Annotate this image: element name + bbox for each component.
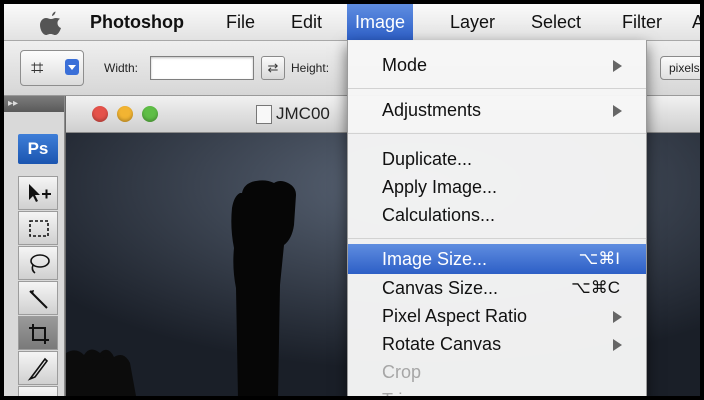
zoom-window-icon[interactable] xyxy=(142,106,158,122)
menu-item-apply-image[interactable]: Apply Image... xyxy=(348,172,646,202)
width-label: Width: xyxy=(104,61,139,75)
submenu-arrow-icon xyxy=(613,105,622,117)
menu-item-image-size[interactable]: Image Size... ⌥⌘I xyxy=(348,244,646,274)
menu-layer[interactable]: Layer xyxy=(450,4,495,40)
screenshot-frame: Photoshop File Edit Image Layer Select F… xyxy=(4,4,700,396)
menu-bar: Photoshop File Edit Image Layer Select F… xyxy=(4,4,700,41)
submenu-arrow-icon xyxy=(613,60,622,72)
swap-dimensions-icon[interactable]: ⇄ xyxy=(261,56,285,80)
menu-image[interactable]: Image xyxy=(347,4,414,40)
move-tool-icon[interactable] xyxy=(18,176,58,210)
slice-tool-icon[interactable] xyxy=(18,351,58,385)
document-icon xyxy=(256,105,272,124)
submenu-arrow-icon xyxy=(613,339,622,351)
lasso-tool-icon[interactable] xyxy=(18,246,58,280)
apple-menu-icon[interactable] xyxy=(36,10,66,36)
menu-separator xyxy=(348,133,646,134)
units-select[interactable]: pixels xyxy=(660,56,700,80)
magic-wand-tool-icon[interactable] xyxy=(18,281,58,315)
shortcut-label: ⌥⌘C xyxy=(571,278,620,297)
menu-item-crop: Crop xyxy=(382,362,422,382)
menu-item-trim: Trim xyxy=(348,385,646,396)
document-title: JMC00 xyxy=(276,104,330,123)
menu-item-adjustments[interactable]: Adjustments xyxy=(348,95,646,125)
menu-item-pixel-aspect-ratio[interactable]: Pixel Aspect Ratio xyxy=(348,301,646,331)
menu-app-name[interactable]: Photoshop xyxy=(90,4,184,40)
height-label: Height: xyxy=(291,61,330,75)
width-input[interactable] xyxy=(150,56,254,80)
menu-separator xyxy=(348,238,646,239)
menu-file[interactable]: File xyxy=(226,4,255,40)
menu-filter[interactable]: Filter xyxy=(622,4,662,40)
crop-tool-icon[interactable] xyxy=(18,316,58,350)
menu-item-canvas-size[interactable]: Canvas Size... ⌥⌘C xyxy=(348,273,646,303)
healing-brush-tool-icon[interactable] xyxy=(18,386,58,396)
menu-item-rotate-canvas[interactable]: Rotate Canvas xyxy=(348,329,646,359)
menu-analysis[interactable]: A xyxy=(692,4,700,40)
menu-item-duplicate[interactable]: Duplicate... xyxy=(348,144,646,174)
chevron-down-icon xyxy=(65,59,79,75)
crop-icon: ⌗ xyxy=(31,55,44,80)
marquee-tool-icon[interactable] xyxy=(18,211,58,245)
submenu-arrow-icon xyxy=(613,311,622,323)
menu-edit[interactable]: Edit xyxy=(291,4,322,40)
menu-separator xyxy=(348,88,646,89)
image-menu-dropdown: Mode Adjustments Duplicate... Apply Imag… xyxy=(347,40,647,396)
palette-collapse-icon[interactable]: ▸▸ xyxy=(4,96,64,112)
close-window-icon[interactable] xyxy=(92,106,108,122)
menu-item-calculations[interactable]: Calculations... xyxy=(348,200,646,230)
tool-preset-picker[interactable]: ⌗ xyxy=(20,50,84,86)
minimize-window-icon[interactable] xyxy=(117,106,133,122)
ps-logo[interactable]: Ps xyxy=(18,134,58,164)
menu-select[interactable]: Select xyxy=(531,4,581,40)
menu-item-mode[interactable]: Mode xyxy=(348,50,646,80)
shortcut-label: ⌥⌘I xyxy=(578,249,620,268)
tools-palette: ▸▸ Ps xyxy=(4,96,65,396)
